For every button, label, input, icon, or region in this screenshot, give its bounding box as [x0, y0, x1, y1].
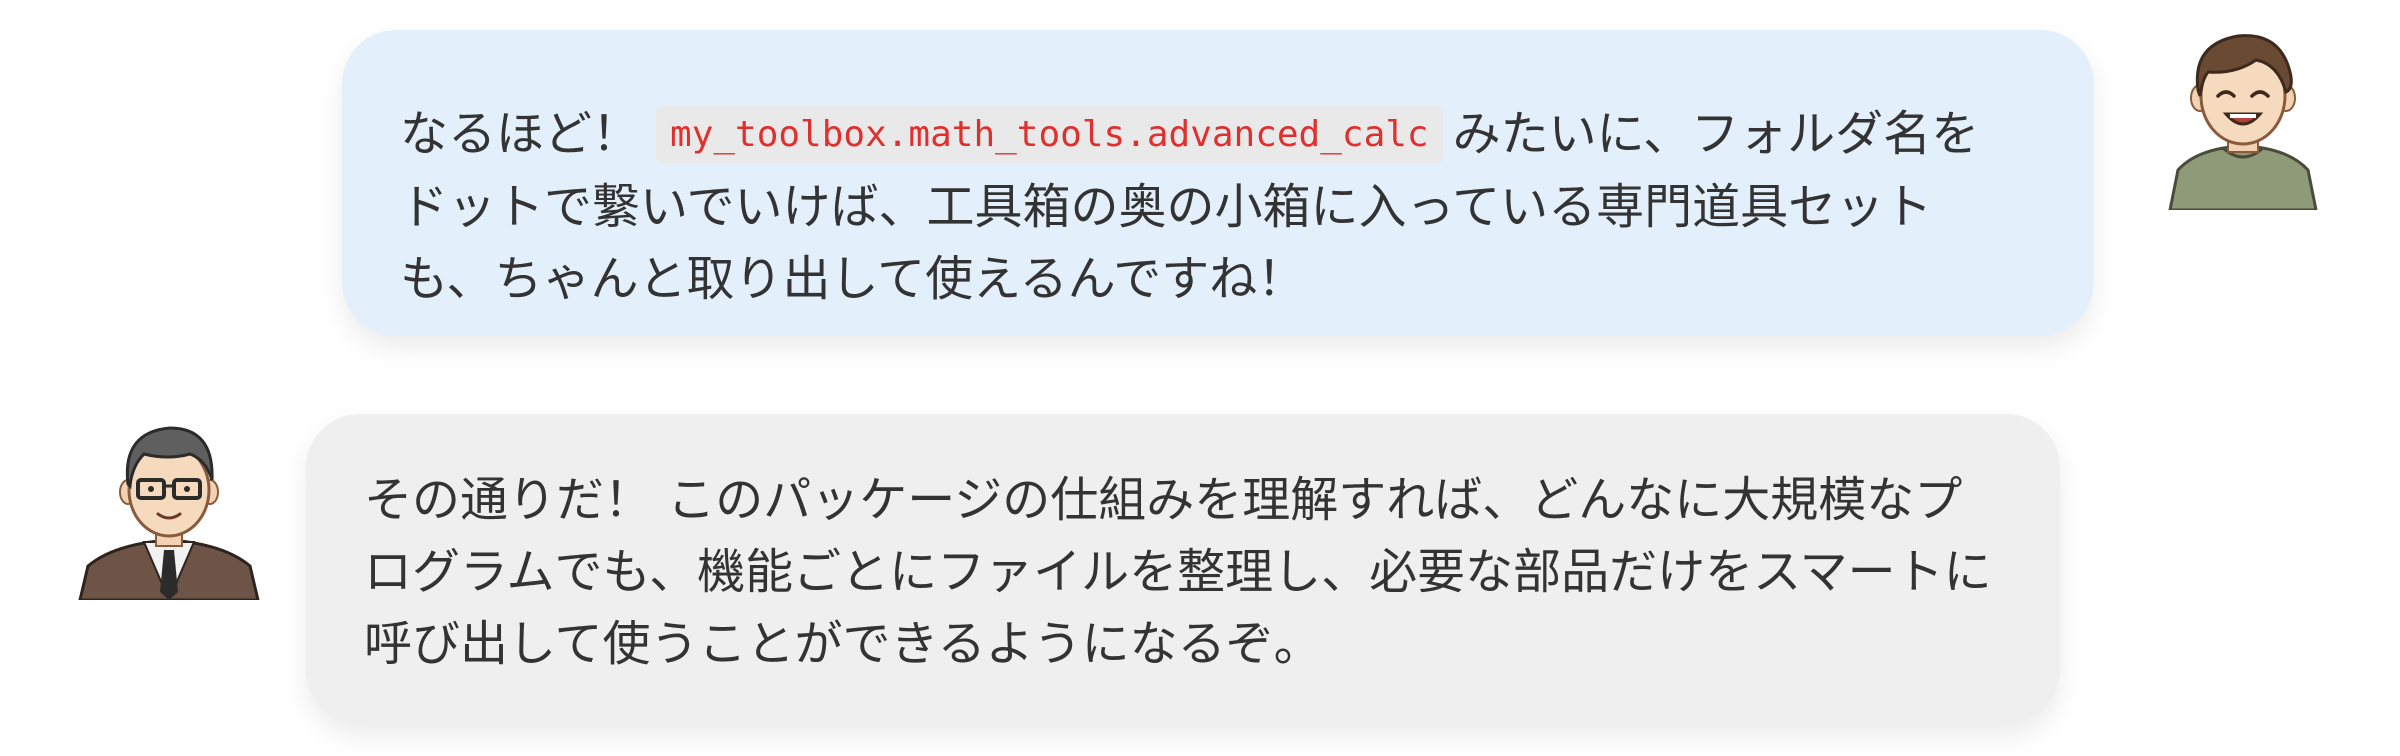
mentor-chat-bubble: その通りだ！ このパッケージの仕組みを理解すれば、どんなに大規模なプログラムでも… — [306, 414, 2060, 724]
mentor-avatar-icon — [78, 426, 260, 600]
mentor-message-text: その通りだ！ このパッケージの仕組みを理解すれば、どんなに大規模なプログラムでも… — [364, 472, 1992, 672]
inline-code: my_toolbox.math_tools.advanced_calc — [656, 106, 1443, 163]
user-chat-bubble: なるほど！ my_toolbox.math_tools.advanced_calc… — [342, 30, 2094, 336]
user-message-text-start: なるほど！ — [400, 106, 641, 162]
user-avatar-icon — [2168, 34, 2318, 210]
